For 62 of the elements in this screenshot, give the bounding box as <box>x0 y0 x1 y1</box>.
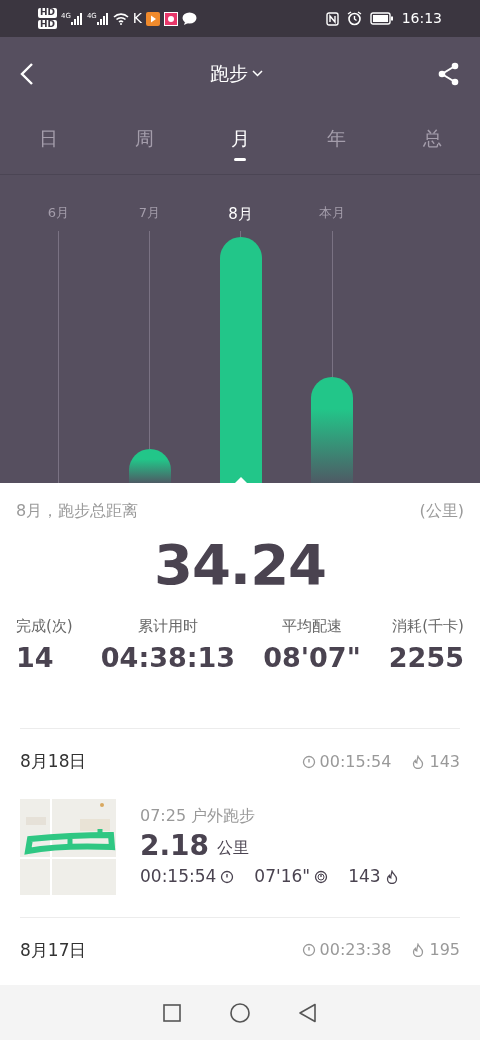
period-tab[interactable]: 年 <box>288 110 384 174</box>
clock-icon <box>301 943 316 958</box>
unit-label: (公里) <box>419 500 464 522</box>
month-label[interactable]: 8月 <box>228 203 253 223</box>
day-date: 8月18日 <box>20 750 87 773</box>
back-button[interactable] <box>20 61 34 86</box>
month-label[interactable]: 本月 <box>318 203 345 223</box>
month-label[interactable]: 7月 <box>138 203 161 223</box>
day-calories: 143 <box>429 750 460 773</box>
day-date: 8月17日 <box>20 938 87 962</box>
sim-badge: HD <box>38 7 57 18</box>
flame-icon <box>384 869 399 884</box>
share-button[interactable] <box>438 61 460 86</box>
clock-time: 16:13 <box>401 9 442 28</box>
period-tab[interactable]: 周 <box>96 110 192 174</box>
selection-pointer <box>234 477 247 483</box>
day-duration: 00:15:54 <box>319 750 392 773</box>
gauge-icon <box>314 869 329 884</box>
square-icon <box>162 1003 182 1023</box>
play-app-icon <box>146 11 160 26</box>
sim-badge: HD <box>38 19 57 30</box>
app-letter: K <box>132 9 142 28</box>
circle-icon <box>230 1003 250 1023</box>
stat-label: 消耗(千卡) <box>392 616 464 637</box>
clock-icon <box>301 754 316 769</box>
stat-value: 2255 <box>388 640 464 675</box>
summary-title: 8月，跑步总距离 <box>16 500 139 522</box>
clock-icon <box>220 869 235 884</box>
period-tab[interactable]: 月 <box>192 110 288 174</box>
flame-icon <box>411 943 426 958</box>
stat-label: 累计用时 <box>137 616 198 637</box>
period-tab[interactable]: 总 <box>384 110 480 174</box>
chat-bubble-icon <box>182 12 197 25</box>
signal-icon <box>96 12 109 25</box>
stat-label: 完成(次) <box>16 616 73 637</box>
run-distance: 2.18 <box>140 831 210 860</box>
flame-icon <box>411 754 426 769</box>
stat-value: 14 <box>16 640 54 675</box>
stat-value: 08'07" <box>263 640 361 675</box>
triangle-icon <box>298 1003 318 1023</box>
distance-unit: 公里 <box>217 836 250 859</box>
run-calories: 143 <box>348 864 381 888</box>
caret-icon <box>251 70 263 77</box>
day-calories: 195 <box>429 939 460 962</box>
month-label[interactable]: 6月 <box>47 203 70 223</box>
total-distance: 34.24 <box>153 532 327 597</box>
share-icon <box>438 61 460 86</box>
stat-value: 04:38:13 <box>100 640 236 675</box>
battery-icon <box>369 12 394 25</box>
wifi-icon <box>112 12 129 25</box>
alarm-icon <box>346 11 362 26</box>
run-time-type: 07:25 户外跑步 <box>140 804 257 827</box>
title-dropdown[interactable]: 跑步 <box>209 59 263 88</box>
day-duration: 00:23:38 <box>319 939 392 962</box>
run-duration: 00:15:54 <box>140 864 217 888</box>
run-pace: 07'16" <box>254 864 311 888</box>
run-entry[interactable]: 07:25 户外跑步 2.18 公里 00:15:54 07'16" 143 <box>0 774 480 895</box>
nfc-icon <box>325 11 339 26</box>
stat-label: 平均配速 <box>281 616 342 637</box>
home-button[interactable] <box>230 1000 250 1025</box>
period-tab[interactable]: 日 <box>0 110 96 174</box>
signal-icon <box>70 12 83 25</box>
